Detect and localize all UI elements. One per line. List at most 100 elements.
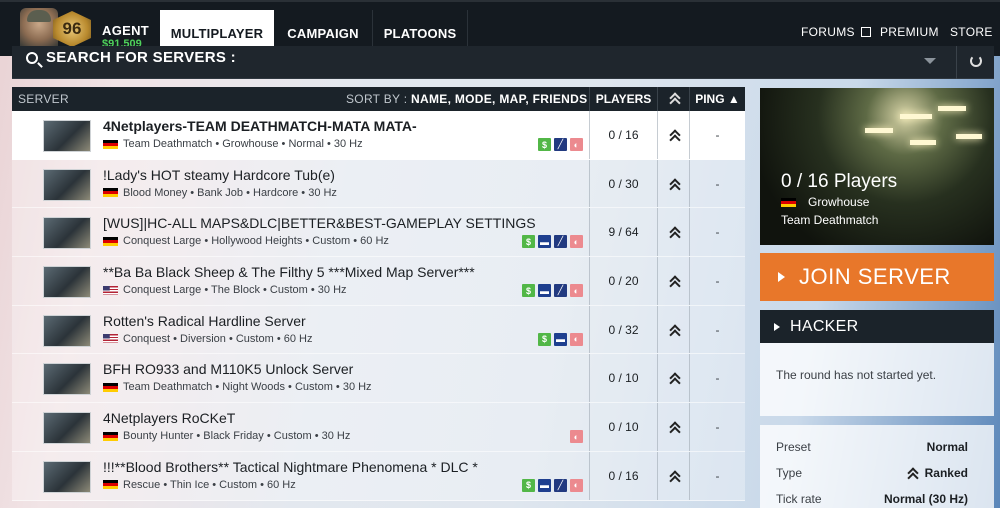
unranked-badge-icon: ◐ — [570, 284, 583, 298]
vip-badge-icon: ▬ — [554, 332, 567, 346]
sort-by-options[interactable]: NAME, MODE, MAP, FRIENDS — [411, 92, 587, 106]
search-label: SEARCH FOR SERVERS : — [46, 49, 236, 66]
vip-badge-icon: ▬ — [538, 235, 551, 249]
server-row[interactable]: Rotten's Radical Hardline Server Conques… — [12, 305, 745, 355]
setting-value-text: Normal — [926, 440, 968, 454]
round-status: The round has not started yet. — [776, 368, 937, 382]
rank-cell — [657, 354, 689, 403]
unranked-badge-icon: ◐ — [570, 235, 583, 249]
column-players[interactable]: PLAYERS — [589, 87, 657, 111]
caret-right-icon — [774, 322, 780, 331]
setting-type: Type Ranked — [776, 466, 968, 480]
map-thumbnail — [43, 314, 91, 347]
server-row[interactable]: BFH RO933 and M110K5 Unlock Server Team … — [12, 354, 745, 404]
unranked-badge-icon: ◐ — [570, 332, 583, 346]
server-info: Rescue • Thin Ice • Custom • 60 Hz — [103, 479, 296, 491]
map-thumbnail — [43, 460, 91, 493]
premium-link[interactable]: PREMIUM — [880, 25, 939, 39]
chevron-rank-icon — [669, 275, 679, 287]
edit-badge-icon: ╱ — [554, 138, 567, 151]
unranked-badge-icon: ◐ — [570, 138, 583, 151]
forums-link[interactable]: FORUMS — [801, 25, 872, 39]
server-name: !Lady's HOT steamy Hardcore Tub(e) — [103, 166, 335, 183]
server-search-bar[interactable]: SEARCH FOR SERVERS : — [12, 46, 994, 79]
server-row[interactable]: [WUS]|HC-ALL MAPS&DLC|BETTER&BEST-GAMEPL… — [12, 208, 745, 258]
sort-by-prefix: SORT BY : — [346, 92, 408, 106]
ping-cell: - — [689, 257, 745, 305]
rank-cell — [657, 159, 689, 208]
ping-cell: - — [689, 305, 745, 354]
round-status-box: The round has not started yet. — [760, 343, 994, 416]
players-cell: 0 / 20 — [589, 257, 657, 305]
chevron-rank-icon — [669, 129, 679, 141]
column-rank[interactable] — [657, 87, 689, 111]
chevron-rank-icon — [669, 226, 679, 238]
server-title-bar[interactable]: HACKER — [760, 310, 994, 343]
server-row[interactable]: 4Netplayers-TEAM DEATHMATCH-MATA MATA- T… — [12, 111, 745, 160]
ping-cell: - — [689, 403, 745, 451]
setting-value-text: Ranked — [924, 466, 968, 480]
lamp-light — [865, 128, 893, 133]
top-divider — [0, 0, 1000, 2]
refresh-button[interactable] — [956, 46, 994, 79]
server-info: Blood Money • Bank Job • Hardcore • 30 H… — [103, 187, 337, 199]
ping-cell: - — [689, 159, 745, 208]
players-cell: 0 / 16 — [589, 111, 657, 159]
flag-usa-icon — [103, 285, 118, 295]
chevron-rank-icon — [669, 372, 679, 384]
server-badges: ◐ — [570, 430, 583, 444]
setting-value: Normal (30 Hz) — [884, 492, 968, 506]
rank-cell — [657, 111, 689, 159]
server-name: Rotten's Radical Hardline Server — [103, 312, 306, 329]
flag-germany-icon — [103, 188, 118, 198]
refresh-icon — [970, 55, 982, 67]
server-row[interactable]: 4Netplayers RoCKeT Bounty Hunter • Black… — [12, 403, 745, 452]
setting-tick-rate: Tick rate Normal (30 Hz) — [776, 492, 968, 506]
money-badge-icon: $ — [538, 332, 551, 346]
column-server[interactable]: SERVER — [18, 87, 69, 111]
server-info: Team Deathmatch • Night Woods • Custom •… — [103, 381, 372, 393]
rank-cell — [657, 451, 689, 500]
server-info: Conquest • Diversion • Custom • 60 Hz — [103, 333, 312, 345]
setting-label: Type — [776, 466, 803, 480]
agent-name[interactable]: AGENT — [102, 23, 149, 38]
map-thumbnail — [43, 412, 91, 445]
server-info: Conquest Large • The Block • Custom • 30… — [103, 284, 347, 296]
server-name: !!!**Blood Brothers** Tactical Nightmare… — [103, 458, 478, 475]
server-mode-map: Rescue • Thin Ice • Custom • 60 Hz — [123, 478, 296, 491]
forums-label: FORUMS — [801, 25, 855, 39]
join-server-button[interactable]: JOIN SERVER — [760, 253, 994, 301]
map-thumbnail — [43, 363, 91, 396]
play-icon — [778, 272, 785, 282]
chevron-rank-icon — [669, 324, 679, 336]
server-list: 4Netplayers-TEAM DEATHMATCH-MATA MATA- T… — [12, 111, 745, 501]
map-preview: 0 / 16 Players Growhouse Team Deathmatch — [760, 88, 994, 245]
setting-value-text: Normal (30 Hz) — [883, 492, 968, 506]
chevron-down-icon[interactable] — [924, 58, 936, 64]
chevron-rank-icon — [907, 467, 917, 479]
server-row[interactable]: !Lady's HOT steamy Hardcore Tub(e) Blood… — [12, 159, 745, 209]
map-thumbnail — [43, 168, 91, 201]
chevron-rank-icon — [669, 421, 679, 433]
players-cell: 0 / 32 — [589, 305, 657, 354]
flag-germany-icon — [103, 139, 118, 149]
lamp-light — [910, 140, 936, 145]
server-mode-map: Blood Money • Bank Job • Hardcore • 30 H… — [123, 186, 337, 199]
store-link[interactable]: STORE — [950, 25, 993, 39]
chevron-rank-icon — [669, 470, 679, 482]
unranked-badge-icon: ◐ — [570, 478, 583, 492]
server-badges: $ ▬ ╱ ◐ — [522, 478, 583, 492]
server-name: **Ba Ba Black Sheep & The Filthy 5 ***Mi… — [103, 264, 475, 281]
sort-by[interactable]: SORT BY : NAME, MODE, MAP, FRIENDS — [346, 87, 587, 111]
setting-value: Normal — [927, 440, 968, 454]
server-info: Bounty Hunter • Black Friday • Custom • … — [103, 430, 350, 442]
server-row[interactable]: **Ba Ba Black Sheep & The Filthy 5 ***Mi… — [12, 257, 745, 306]
ping-cell: - — [689, 451, 745, 500]
column-ping[interactable]: PING ▲ — [689, 87, 745, 111]
server-row[interactable]: !!!**Blood Brothers** Tactical Nightmare… — [12, 451, 745, 501]
lamp-light — [900, 114, 932, 119]
players-cell: 0 / 30 — [589, 159, 657, 208]
server-mode-map: Conquest Large • The Block • Custom • 30… — [123, 284, 347, 297]
server-mode-map: Team Deathmatch • Growhouse • Normal • 3… — [123, 138, 363, 150]
server-table-header: SERVER SORT BY : NAME, MODE, MAP, FRIEND… — [12, 87, 745, 111]
